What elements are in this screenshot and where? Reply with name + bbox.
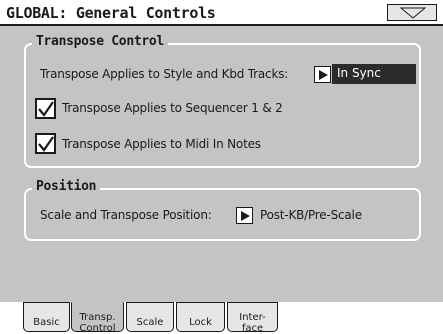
applies-style-popup-button[interactable] (314, 66, 331, 83)
sequencer-label: Transpose Applies to Sequencer 1 & 2 (62, 101, 283, 115)
position-group: Position Scale and Transpose Position: P… (24, 179, 421, 241)
position-label: Scale and Transpose Position: (40, 208, 212, 222)
tab-transp-label-line2: Control (79, 322, 116, 334)
tab-transp-control[interactable]: Transp. Control (71, 302, 124, 334)
tab-basic[interactable]: Basic (23, 302, 70, 332)
tab-interface[interactable]: Inter-face (227, 302, 278, 334)
tab-interface-label-line2: face (241, 322, 264, 334)
triangle-right-icon (241, 211, 250, 221)
tab-lock[interactable]: Lock (176, 302, 225, 332)
midi-in-label: Transpose Applies to Midi In Notes (62, 137, 261, 151)
title-bar: GLOBAL: General Controls (0, 0, 443, 26)
position-value[interactable]: Post-KB/Pre-Scale (260, 208, 362, 222)
position-title: Position (32, 179, 101, 194)
midi-in-checkbox[interactable] (35, 133, 56, 154)
sequencer-checkbox[interactable] (35, 98, 56, 119)
tab-bar: Basic Transp. Control Scale Lock Inter-fa… (0, 302, 443, 334)
applies-style-label: Transpose Applies to Style and Kbd Track… (40, 67, 289, 81)
tab-scale[interactable]: Scale (126, 302, 174, 332)
triangle-down-icon (399, 7, 427, 19)
checkmark-icon (38, 101, 54, 117)
transpose-control-title: Transpose Control (32, 34, 168, 49)
page-menu-button[interactable] (387, 4, 437, 21)
tab-basic-label: Basic (33, 317, 60, 328)
transpose-control-group: Transpose Control Transpose Applies to S… (24, 34, 421, 168)
position-popup-button[interactable] (236, 207, 253, 224)
tab-lock-label: Lock (189, 317, 212, 328)
applies-style-value[interactable]: In Sync (332, 64, 416, 84)
tab-scale-label: Scale (136, 317, 164, 328)
tab-interface-label-line1: Inter- (239, 311, 266, 323)
triangle-right-icon (319, 70, 328, 80)
main-panel: Transpose Control Transpose Applies to S… (14, 30, 433, 288)
screen: GLOBAL: General Controls Transpose Contr… (0, 0, 443, 334)
checkmark-icon (38, 136, 54, 152)
tab-transp-label-line1: Transp. (79, 311, 116, 323)
page-title: GLOBAL: General Controls (6, 4, 216, 22)
